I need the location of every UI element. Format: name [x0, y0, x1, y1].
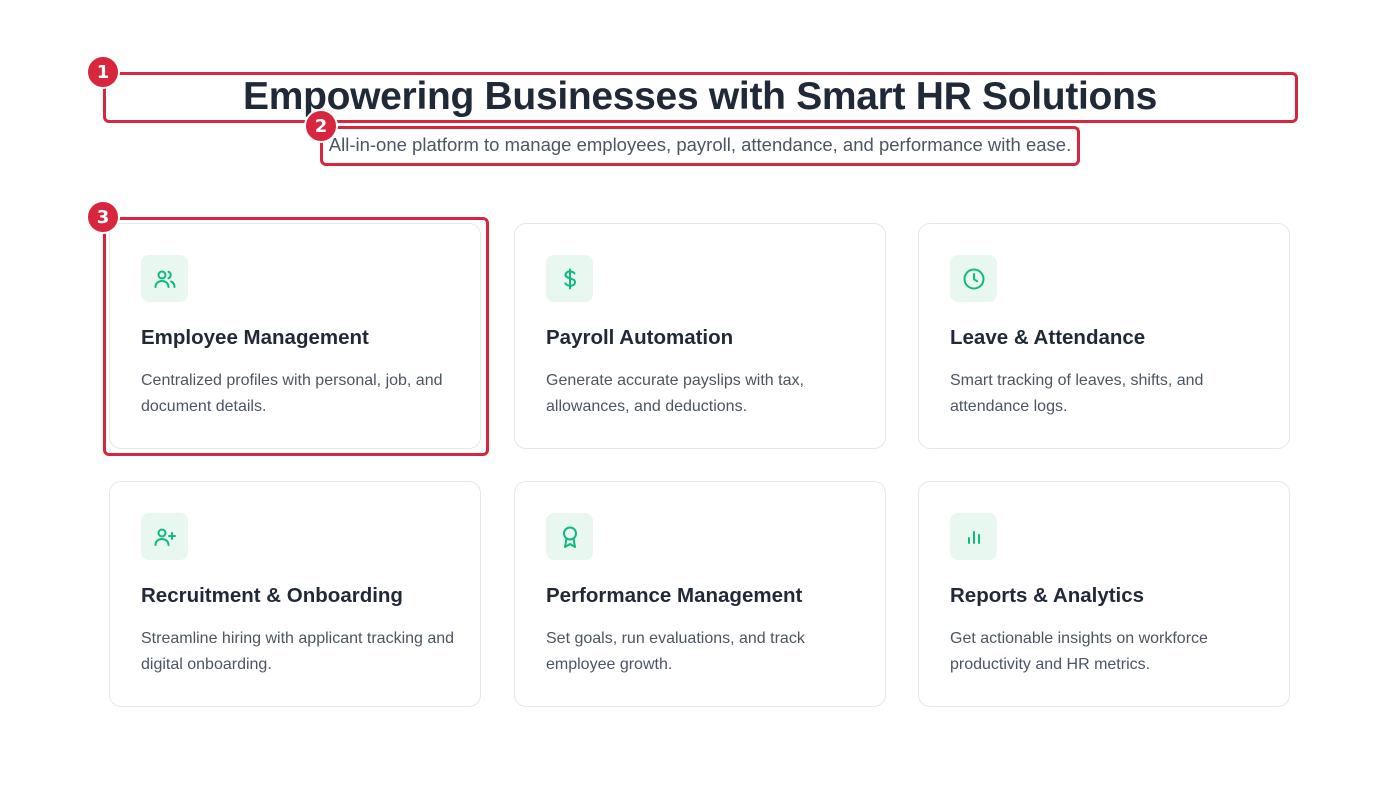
feature-description: Set goals, run evaluations, and track em… — [546, 630, 805, 673]
users-icon — [141, 255, 188, 302]
user-plus-icon — [141, 513, 188, 560]
feature-card-performance-management[interactable]: Performance Management Set goals, run ev… — [514, 481, 886, 707]
feature-description: Streamline hiring with applicant trackin… — [141, 630, 455, 673]
bar-chart-icon — [950, 513, 997, 560]
feature-title: Reports & Analytics — [950, 584, 1145, 607]
feature-card-reports-analytics[interactable]: Reports & Analytics Get actionable insig… — [918, 481, 1290, 707]
page-subtitle: All-in-one platform to manage employees,… — [328, 134, 1072, 155]
clock-icon — [950, 255, 997, 302]
dollar-icon — [546, 255, 593, 302]
feature-card-payroll-automation[interactable]: Payroll Automation Generate accurate pay… — [514, 223, 886, 449]
feature-title: Recruitment & Onboarding — [141, 584, 403, 607]
annotation-badge-3: 3 — [86, 200, 120, 234]
feature-description: Get actionable insights on workforce pro… — [950, 630, 1208, 673]
feature-title: Leave & Attendance — [950, 326, 1146, 349]
annotation-badge-1: 1 — [86, 55, 120, 89]
annotation-badge-2: 2 — [304, 109, 338, 143]
feature-card-leave-attendance[interactable]: Leave & Attendance Smart tracking of lea… — [918, 223, 1290, 449]
feature-title: Employee Management — [141, 326, 369, 349]
feature-description: Smart tracking of leaves, shifts, and at… — [950, 372, 1204, 415]
award-icon — [546, 513, 593, 560]
feature-description: Generate accurate payslips with tax, all… — [546, 372, 804, 415]
feature-card-recruitment-onboarding[interactable]: Recruitment & Onboarding Streamline hiri… — [109, 481, 481, 707]
feature-title: Payroll Automation — [546, 326, 734, 349]
feature-card-employee-management[interactable]: Employee Management Centralized profiles… — [109, 223, 481, 449]
feature-description: Centralized profiles with personal, job,… — [141, 372, 443, 415]
feature-title: Performance Management — [546, 584, 803, 607]
page-title: Empowering Businesses with Smart HR Solu… — [243, 75, 1157, 118]
